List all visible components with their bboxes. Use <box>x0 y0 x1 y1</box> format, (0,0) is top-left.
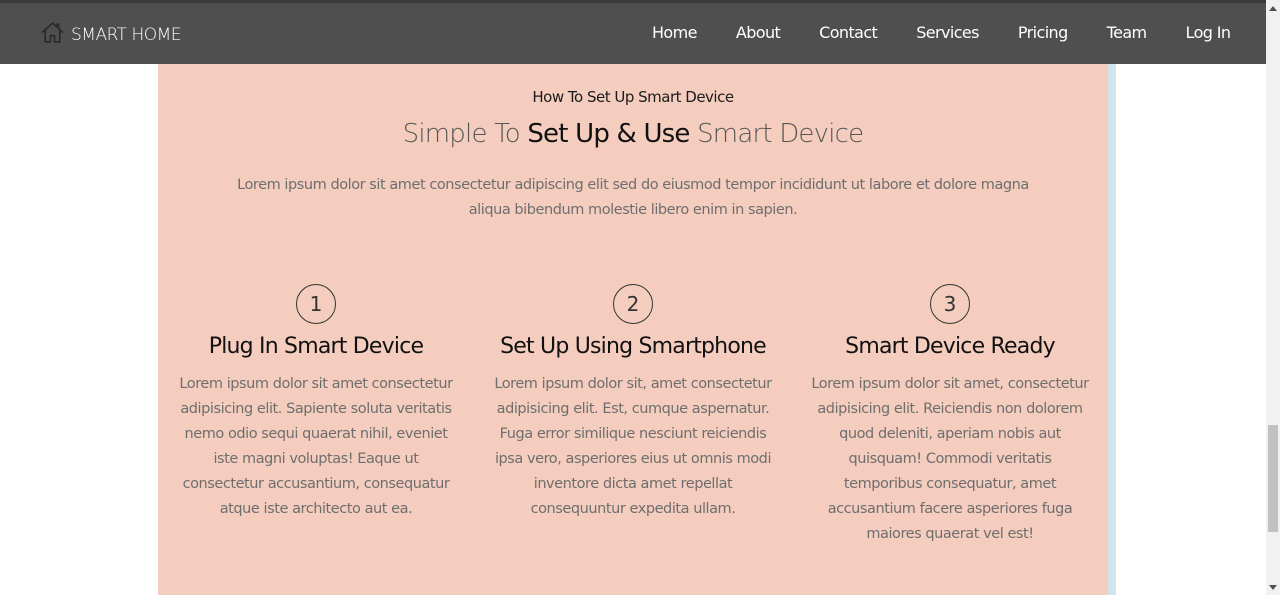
section-edge <box>1108 14 1116 595</box>
navbar: SMART HOME Home About Contact Services P… <box>0 3 1266 64</box>
nav-item-home[interactable]: Home <box>652 23 697 42</box>
step-text: Lorem ipsum dolor sit amet, consectetur … <box>811 376 1089 542</box>
step-number-circle: 3 <box>930 284 970 324</box>
section-overline: How To Set Up Smart Device <box>532 88 734 106</box>
nav-menu: Home About Contact Services Pricing Team… <box>652 23 1232 42</box>
scroll-up-arrow-icon[interactable] <box>1269 6 1277 11</box>
brand-logo[interactable]: SMART HOME <box>40 20 182 49</box>
nav-item-about[interactable]: About <box>736 23 781 42</box>
step-number-circle: 2 <box>613 284 653 324</box>
scroll-down-arrow-icon[interactable] <box>1269 585 1277 590</box>
step-number-circle: 1 <box>296 284 336 324</box>
step-3: 3 Smart Device Ready Lorem ipsum dolor s… <box>810 284 1090 547</box>
nav-item-team[interactable]: Team <box>1107 23 1147 42</box>
step-title: Plug In Smart Device <box>208 334 424 359</box>
nav-item-login[interactable]: Log In <box>1186 23 1232 42</box>
nav-item-pricing[interactable]: Pricing <box>1018 23 1068 42</box>
step-title: Smart Device Ready <box>845 334 1055 359</box>
heading-strong: Set Up & Use <box>527 119 690 149</box>
step-2: 2 Set Up Using Smartphone Lorem ipsum do… <box>492 284 774 522</box>
heading-post: Smart Device <box>689 119 864 149</box>
brand-name: SMART HOME <box>71 24 182 45</box>
step-title: Set Up Using Smartphone <box>500 334 767 359</box>
step-text: Lorem ipsum dolor sit amet consectetur a… <box>179 376 453 517</box>
section-lead: Lorem ipsum dolor sit amet consectetur a… <box>237 177 1029 218</box>
heading-pre: Simple To <box>402 119 528 149</box>
section-heading: Simple To Set Up & Use Smart Device <box>158 119 1108 149</box>
vertical-scrollbar[interactable] <box>1266 0 1280 595</box>
step-1: 1 Plug In Smart Device Lorem ipsum dolor… <box>178 284 454 522</box>
nav-item-services[interactable]: Services <box>916 23 979 42</box>
nav-item-contact[interactable]: Contact <box>819 23 878 42</box>
setup-section: How To Set Up Smart Device Simple To Set… <box>158 7 1108 595</box>
home-icon <box>40 20 65 49</box>
scrollbar-thumb[interactable] <box>1268 425 1278 532</box>
step-text: Lorem ipsum dolor sit, amet consectetur … <box>494 376 772 517</box>
